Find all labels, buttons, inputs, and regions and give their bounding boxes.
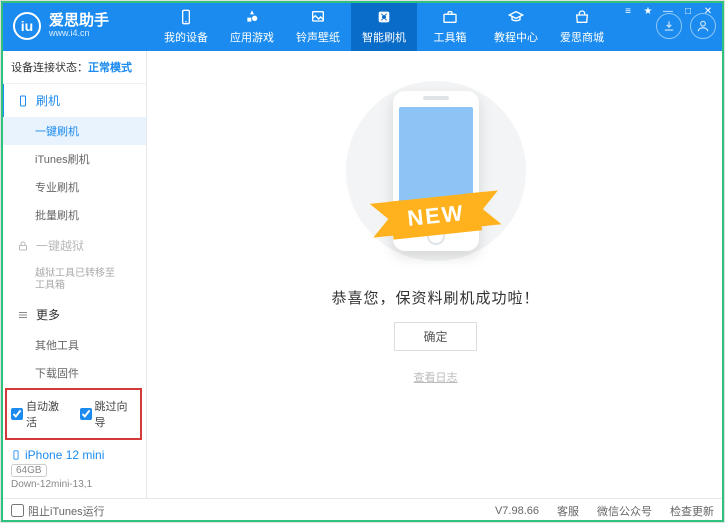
top-nav: 我的设备 应用游戏 铃声壁纸 智能刷机 工具箱 教程中心 bbox=[153, 1, 650, 51]
lock-icon bbox=[16, 239, 30, 253]
side-head-jailbreak[interactable]: 一键越狱 bbox=[1, 229, 146, 262]
nav-label: 爱思商城 bbox=[560, 29, 604, 45]
sidebar-options-highlight: 自动激活 跳过向导 bbox=[5, 388, 142, 440]
nav-label: 铃声壁纸 bbox=[296, 29, 340, 45]
main-content: NEW 恭喜您，保资料刷机成功啦！ 确定 查看日志 bbox=[147, 51, 724, 498]
nav-apps[interactable]: 应用游戏 bbox=[219, 1, 285, 51]
device-name: iPhone 12 mini bbox=[11, 448, 136, 462]
view-log-link[interactable]: 查看日志 bbox=[414, 369, 458, 385]
nav-label: 应用游戏 bbox=[230, 29, 274, 45]
nav-toolbox[interactable]: 工具箱 bbox=[417, 1, 483, 51]
sidebar-item-itunes-flash[interactable]: iTunes刷机 bbox=[1, 145, 146, 173]
body: 设备连接状态：正常模式 刷机 一键刷机 iTunes刷机 专业刷机 批量刷机 bbox=[1, 51, 724, 498]
status-label: 设备连接状态： bbox=[11, 62, 88, 74]
sidebar-item-batch-flash[interactable]: 批量刷机 bbox=[1, 201, 146, 229]
side-head-label: 刷机 bbox=[36, 92, 60, 109]
nav-label: 教程中心 bbox=[494, 29, 538, 45]
status-bar: 阻止iTunes运行 V7.98.66 客服 微信公众号 检查更新 bbox=[1, 498, 724, 522]
brand-logo-icon: iu bbox=[13, 12, 41, 40]
phone-icon bbox=[177, 8, 195, 26]
side-section-more: 更多 其他工具 下载固件 高级功能 bbox=[1, 298, 146, 386]
checkbox-auto-activate-input[interactable] bbox=[11, 408, 23, 420]
sidebar: 设备连接状态：正常模式 刷机 一键刷机 iTunes刷机 专业刷机 批量刷机 bbox=[1, 51, 147, 498]
checkbox-auto-activate[interactable]: 自动激活 bbox=[11, 398, 68, 430]
jailbreak-note-line2: 工具箱 bbox=[35, 280, 146, 292]
flash-icon bbox=[375, 8, 393, 26]
jailbreak-note-line1: 越狱工具已转移至 bbox=[35, 268, 146, 280]
tutorial-icon bbox=[507, 8, 525, 26]
checkbox-label: 阻止iTunes运行 bbox=[28, 503, 105, 519]
nav-label: 智能刷机 bbox=[362, 29, 406, 45]
version-label: V7.98.66 bbox=[495, 505, 539, 517]
side-head-flash[interactable]: 刷机 bbox=[1, 84, 146, 117]
connection-status: 设备连接状态：正常模式 bbox=[1, 51, 146, 84]
store-icon bbox=[573, 8, 591, 26]
side-section-jailbreak: 一键越狱 越狱工具已转移至 工具箱 bbox=[1, 229, 146, 298]
close-icon[interactable]: ✕ bbox=[698, 4, 718, 18]
user-icon bbox=[696, 19, 710, 33]
titlebar: iu 爱思助手 www.i4.cn 我的设备 应用游戏 铃声壁纸 智能刷机 bbox=[1, 1, 724, 51]
nav-ringtones[interactable]: 铃声壁纸 bbox=[285, 1, 351, 51]
wallpaper-icon bbox=[309, 8, 327, 26]
sidebar-item-other-tools[interactable]: 其他工具 bbox=[1, 331, 146, 359]
phone-icon bbox=[16, 94, 30, 108]
device-block[interactable]: iPhone 12 mini 64GB Down-12mini-13,1 bbox=[1, 442, 146, 498]
nav-flash[interactable]: 智能刷机 bbox=[351, 1, 417, 51]
app-title: 爱思助手 bbox=[49, 13, 109, 30]
success-illustration: NEW bbox=[336, 81, 536, 261]
status-value: 正常模式 bbox=[88, 62, 132, 74]
success-message: 恭喜您，保资料刷机成功啦！ bbox=[331, 287, 539, 308]
minimize-icon[interactable]: — bbox=[658, 4, 678, 18]
more-icon bbox=[16, 308, 30, 322]
checkbox-skip-guide[interactable]: 跳过向导 bbox=[80, 398, 137, 430]
menu-icon[interactable]: ≡ bbox=[618, 4, 638, 18]
sidebar-item-one-click-flash[interactable]: 一键刷机 bbox=[1, 117, 146, 145]
apps-icon bbox=[243, 8, 261, 26]
check-update-link[interactable]: 检查更新 bbox=[670, 503, 714, 519]
brand-url: www.i4.cn bbox=[49, 29, 109, 39]
side-section-flash: 刷机 一键刷机 iTunes刷机 专业刷机 批量刷机 bbox=[1, 84, 146, 229]
download-icon bbox=[662, 19, 676, 33]
checkbox-block-itunes[interactable]: 阻止iTunes运行 bbox=[11, 503, 105, 519]
toolbox-icon bbox=[441, 8, 459, 26]
side-nav: 刷机 一键刷机 iTunes刷机 专业刷机 批量刷机 一键越狱 越狱工具已转移至 bbox=[1, 84, 146, 386]
sidebar-item-download-firmware[interactable]: 下载固件 bbox=[1, 359, 146, 386]
phone-icon bbox=[11, 448, 21, 462]
brand: iu 爱思助手 www.i4.cn bbox=[13, 12, 153, 40]
window-controls: ≡ ★ — □ ✕ bbox=[618, 4, 718, 18]
sidebar-item-pro-flash[interactable]: 专业刷机 bbox=[1, 173, 146, 201]
maximize-icon[interactable]: □ bbox=[678, 4, 698, 18]
device-name-text: iPhone 12 mini bbox=[25, 448, 104, 462]
nav-my-device[interactable]: 我的设备 bbox=[153, 1, 219, 51]
nav-label: 我的设备 bbox=[164, 29, 208, 45]
nav-tutorial[interactable]: 教程中心 bbox=[483, 1, 549, 51]
side-head-label: 更多 bbox=[36, 306, 60, 323]
checkbox-label: 自动激活 bbox=[26, 398, 68, 430]
app-window: ≡ ★ — □ ✕ iu 爱思助手 www.i4.cn 我的设备 应用游戏 bbox=[0, 0, 725, 523]
side-head-label: 一键越狱 bbox=[36, 237, 84, 254]
nav-store[interactable]: 爱思商城 bbox=[549, 1, 615, 51]
device-note: Down-12mini-13,1 bbox=[11, 479, 136, 490]
customer-service-link[interactable]: 客服 bbox=[557, 503, 579, 519]
device-storage-badge: 64GB bbox=[11, 464, 47, 477]
wechat-link[interactable]: 微信公众号 bbox=[597, 503, 652, 519]
checkbox-skip-guide-input[interactable] bbox=[80, 408, 92, 420]
side-head-more[interactable]: 更多 bbox=[1, 298, 146, 331]
brand-text: 爱思助手 www.i4.cn bbox=[49, 13, 109, 39]
checkbox-block-itunes-input[interactable] bbox=[11, 504, 24, 517]
checkbox-label: 跳过向导 bbox=[95, 398, 137, 430]
nav-label: 工具箱 bbox=[434, 29, 467, 45]
skin-icon[interactable]: ★ bbox=[638, 4, 658, 18]
sidebar-item-jailbreak-moved: 越狱工具已转移至 工具箱 bbox=[1, 262, 146, 298]
ok-button[interactable]: 确定 bbox=[394, 322, 476, 351]
